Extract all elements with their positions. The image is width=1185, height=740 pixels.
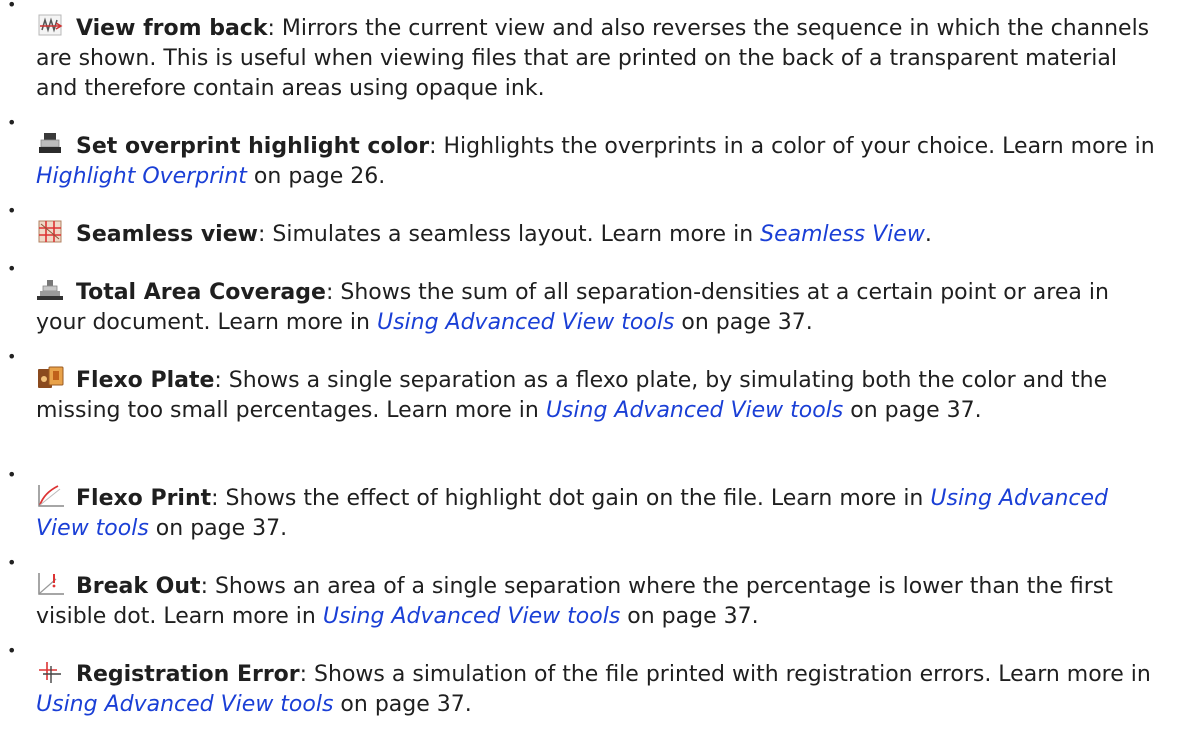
item-term: Break Out [76,574,201,599]
link-using-advanced-view-tools[interactable]: Using Advanced View tools [36,692,333,717]
item-description: : Shows a simulation of the file printed… [299,662,1151,687]
registration-error-icon [36,660,66,684]
link-using-advanced-view-tools[interactable]: Using Advanced View tools [546,398,843,423]
bullet: • [7,347,17,366]
seamless-view-icon [36,220,66,244]
view-from-back-icon [36,14,66,38]
bullet: • [7,201,17,220]
bullet: • [7,259,17,278]
item-text: Set overprint highlight color: Highlight… [36,132,1165,192]
item-description: : Highlights the overprints in a color o… [429,134,1155,159]
bullet: • [7,465,17,484]
link-using-advanced-view-tools[interactable]: Using Advanced View tools [323,604,620,629]
bullet: • [7,0,17,14]
bullet: • [7,113,17,132]
page-reference: on page 37. [620,604,759,629]
item-term: Flexo Plate [76,368,215,393]
item-text: Flexo Plate: Shows a single separation a… [36,366,1165,426]
page-reference: . [924,222,932,247]
item-term: Seamless view [76,222,258,247]
item-term: Registration Error [76,662,300,687]
item-description: : Shows the effect of highlight dot gain… [211,486,931,511]
item-text: Registration Error: Shows a simulation o… [36,660,1165,720]
item-text: Total Area Coverage: Shows the sum of al… [36,278,1165,338]
overprint-highlight-icon [36,132,66,156]
link-using-advanced-view-tools[interactable]: Using Advanced View tools [377,310,674,335]
link-seamless-view[interactable]: Seamless View [760,222,925,247]
page-reference: on page 37. [333,692,472,717]
link-highlight-overprint[interactable]: Highlight Overprint [36,164,247,189]
total-area-coverage-icon [36,278,66,302]
page-reference: on page 26. [246,164,386,189]
feature-list: • View from back: Mirrors the current vi… [0,0,1185,740]
bullet: • [7,553,17,572]
page-reference: on page 37. [674,310,813,335]
item-term: View from back [76,16,268,41]
item-text: Seamless view: Simulates a seamless layo… [36,220,1165,250]
item-term: Total Area Coverage [76,280,326,305]
item-text: View from back: Mirrors the current view… [36,14,1165,104]
page-reference: on page 37. [843,398,982,423]
flexo-plate-icon [36,366,66,390]
bullet: • [7,641,17,660]
item-text: Break Out: Shows an area of a single sep… [36,572,1165,632]
item-term: Set overprint highlight color [76,134,430,159]
item-term: Flexo Print [76,486,212,511]
break-out-icon [36,572,66,596]
item-description: : Simulates a seamless layout. Learn mor… [257,222,761,247]
item-text: Flexo Print: Shows the effect of highlig… [36,484,1165,544]
page-reference: on page 37. [148,516,288,541]
flexo-print-icon [36,484,66,508]
